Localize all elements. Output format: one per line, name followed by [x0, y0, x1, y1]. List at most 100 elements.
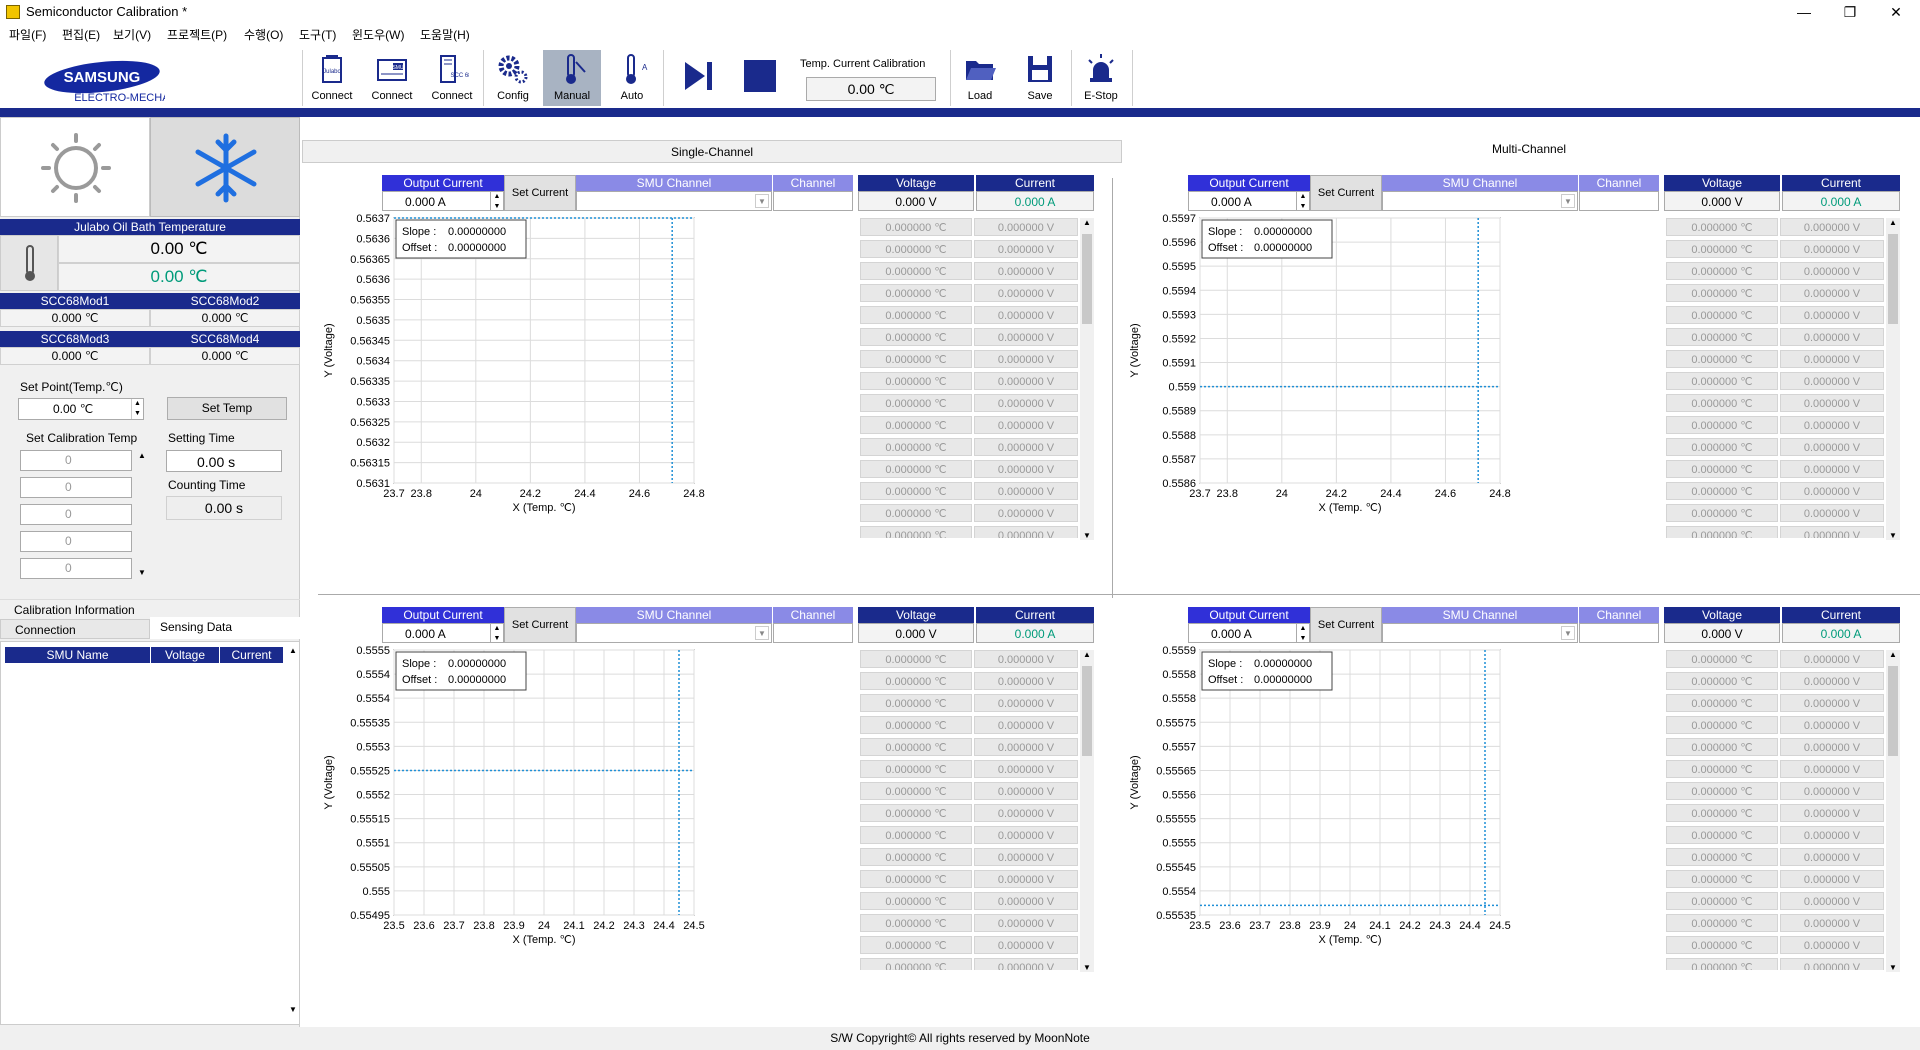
slope-value: 0.00000000: [448, 658, 506, 670]
mod3-label: SCC68Mod3: [0, 331, 150, 347]
menu-run[interactable]: 수행(O): [244, 26, 283, 43]
spinner-arrows-icon[interactable]: ▲ ▼: [131, 399, 143, 419]
set-temp-button[interactable]: Set Temp: [167, 397, 287, 420]
calib-temp-4[interactable]: 0: [20, 531, 132, 552]
scroll-thumb[interactable]: [1888, 234, 1898, 324]
channel-field[interactable]: [1579, 191, 1659, 211]
table-temp-cell: 0.000000 ℃: [860, 240, 972, 258]
output-current-spinner-icon[interactable]: ▲ ▼: [1296, 623, 1310, 643]
y-tick-label: 0.5553: [356, 741, 390, 753]
snowflake-icon: [195, 133, 257, 203]
set-current-button[interactable]: Set Current: [504, 607, 576, 643]
tab-single-channel[interactable]: Single-Channel: [302, 140, 1122, 163]
calib-temp-3[interactable]: 0: [20, 504, 132, 525]
table-scrollbar[interactable]: ▲ ▼: [1886, 218, 1900, 540]
set-current-button[interactable]: Set Current: [1310, 175, 1382, 211]
smu-channel-select[interactable]: ▼: [1382, 623, 1578, 643]
slope-value: 0.00000000: [1254, 658, 1312, 670]
smu-channel-select[interactable]: ▼: [576, 191, 772, 211]
x-tick-label: 24.8: [683, 488, 704, 500]
smu-connect-button[interactable]: SMU Connect: [363, 50, 421, 106]
x-tick-label: 24.2: [520, 488, 541, 500]
tab-multi-channel[interactable]: Multi-Channel: [1122, 138, 1920, 163]
y-tick-label: 0.55575: [1156, 717, 1196, 729]
output-current-input[interactable]: 0.000 A: [1188, 191, 1302, 211]
svg-text:ELECTRO-MECHANICS: ELECTRO-MECHANICS: [74, 92, 165, 103]
load-button[interactable]: Load: [951, 50, 1009, 106]
chevron-down-icon[interactable]: ▼: [755, 626, 769, 640]
table-voltage-cell: 0.000000 V: [1780, 738, 1884, 756]
calib-temp-5[interactable]: 0: [20, 558, 132, 579]
menu-tools[interactable]: 도구(T): [299, 26, 336, 43]
output-current-input[interactable]: 0.000 A: [382, 623, 496, 643]
output-current-spinner-icon[interactable]: ▲ ▼: [1296, 191, 1310, 211]
scc68-connect-button[interactable]: SCC 68 Connect: [423, 50, 481, 106]
slope-label: Slope :: [1208, 226, 1242, 238]
config-button[interactable]: Config: [484, 50, 542, 106]
setting-time-input[interactable]: 0.00 s: [166, 450, 282, 472]
julabo-connect-button[interactable]: Julabo Connect: [303, 50, 361, 106]
auto-button[interactable]: A Auto: [603, 50, 661, 106]
output-current-spinner-icon[interactable]: ▲ ▼: [490, 191, 504, 211]
scroll-thumb[interactable]: [1082, 234, 1092, 324]
chevron-down-icon[interactable]: ▼: [1561, 194, 1575, 208]
set-current-button[interactable]: Set Current: [504, 175, 576, 211]
menu-help[interactable]: 도움말(H): [420, 26, 470, 43]
table-scrollbar[interactable]: ▲ ▼: [1080, 650, 1094, 972]
run-button[interactable]: [680, 58, 716, 94]
output-current-header: Output Current: [1188, 175, 1310, 191]
stop-button[interactable]: [744, 60, 776, 92]
menu-file[interactable]: 파일(F): [9, 26, 46, 43]
offset-label: Offset :: [1208, 674, 1243, 686]
smu-channel-select[interactable]: ▼: [1382, 191, 1578, 211]
channel-field[interactable]: [773, 623, 853, 643]
current-header: Current: [976, 607, 1094, 623]
table-temp-cell: 0.000000 ℃: [1666, 870, 1778, 888]
minimize-button[interactable]: —: [1781, 0, 1827, 24]
set-point-input[interactable]: 0.00 ℃ ▲ ▼: [18, 398, 144, 420]
output-current-input[interactable]: 0.000 A: [382, 191, 496, 211]
set-current-button[interactable]: Set Current: [1310, 607, 1382, 643]
scroll-thumb[interactable]: [1082, 666, 1092, 756]
restore-button[interactable]: ❐: [1827, 0, 1873, 24]
close-button[interactable]: ✕: [1873, 0, 1919, 24]
output-current-spinner-icon[interactable]: ▲ ▼: [490, 623, 504, 643]
menu-view[interactable]: 보기(V): [113, 26, 151, 43]
heat-mode-button[interactable]: [0, 117, 150, 217]
calibration-table: 0.000000 ℃ 0.000000 V 0.000000 ℃ 0.000000 V…: [858, 650, 1098, 970]
calib-temp-2[interactable]: 0: [20, 477, 132, 498]
menu-edit[interactable]: 편집(E): [62, 26, 100, 43]
table-temp-cell: 0.000000 ℃: [1666, 394, 1778, 412]
save-button[interactable]: Save: [1011, 50, 1069, 106]
table-voltage-cell: 0.000000 V: [974, 328, 1078, 346]
single-channel-panel-bottom: Output Current 0.000 A ▲ ▼ Set Current SM…: [318, 604, 1098, 1024]
smu-channel-select[interactable]: ▼: [576, 623, 772, 643]
menu-window[interactable]: 윈도우(W): [352, 26, 404, 43]
tab-connection[interactable]: Connection: [0, 619, 150, 639]
menu-project[interactable]: 프로젝트(P): [167, 26, 227, 43]
estop-button[interactable]: E-Stop: [1072, 50, 1130, 106]
table-voltage-cell: 0.000000 V: [974, 394, 1078, 412]
table-temp-cell: 0.000000 ℃: [860, 892, 972, 910]
table-voltage-cell: 0.000000 V: [1780, 848, 1884, 866]
chevron-down-icon[interactable]: ▼: [755, 194, 769, 208]
calib-scroll[interactable]: ▲ ▼: [136, 450, 148, 579]
cool-mode-button[interactable]: [150, 117, 300, 217]
svg-text:Julabo: Julabo: [323, 69, 341, 75]
output-current-input[interactable]: 0.000 A: [1188, 623, 1302, 643]
channel-field[interactable]: [1579, 623, 1659, 643]
table-temp-cell: 0.000000 ℃: [860, 416, 972, 434]
smu-table-scrollbar[interactable]: ▲ ▼: [287, 646, 299, 1022]
auto-thermometer-icon: A: [626, 54, 648, 84]
table-scrollbar[interactable]: ▲ ▼: [1886, 650, 1900, 972]
x-tick-label: 24.5: [683, 920, 704, 932]
tab-sensing-data[interactable]: Sensing Data: [150, 617, 300, 639]
channel-field[interactable]: [773, 191, 853, 211]
chevron-down-icon[interactable]: ▼: [1561, 626, 1575, 640]
manual-button[interactable]: Manual: [543, 50, 601, 106]
table-scrollbar[interactable]: ▲ ▼: [1080, 218, 1094, 540]
table-voltage-cell: 0.000000 V: [1780, 372, 1884, 390]
calib-temp-1[interactable]: 0: [20, 450, 132, 471]
scroll-thumb[interactable]: [1888, 666, 1898, 756]
table-temp-cell: 0.000000 ℃: [1666, 526, 1778, 538]
